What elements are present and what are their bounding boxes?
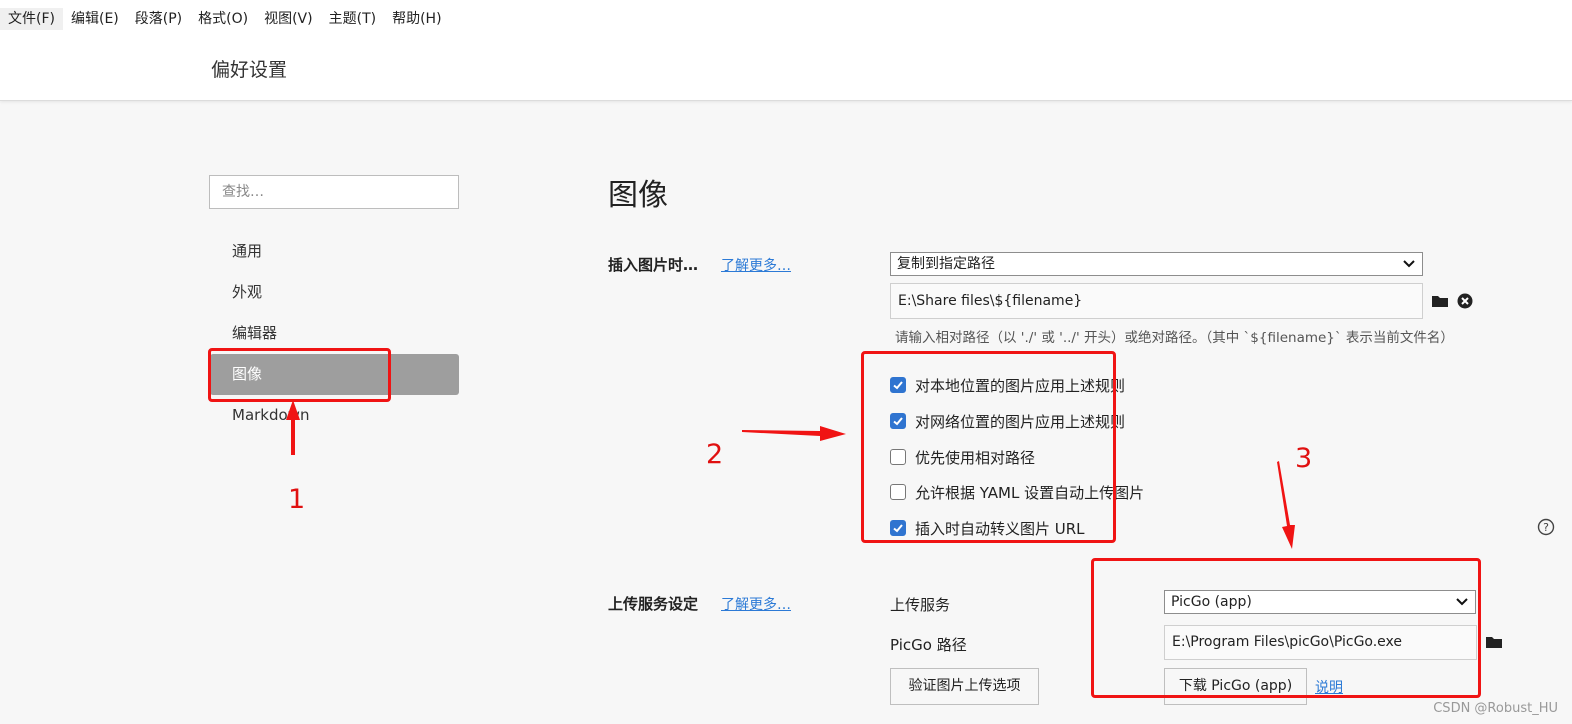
arrow-3 [1277,461,1295,549]
page-title: 偏好设置 [211,59,288,81]
chevron-down-icon [1402,255,1416,273]
service-field-label: 上传服务 [890,596,951,614]
annotation-label-2: 2 [706,439,724,470]
svg-text:?: ? [1543,521,1549,534]
menu-theme[interactable]: 主题(T) [321,8,384,30]
sidebar-nav: 通用 外观 编辑器 图像 Markdown [210,231,459,436]
search-input[interactable] [209,175,459,209]
section-title: 图像 [608,178,668,213]
folder-icon[interactable] [1485,633,1503,651]
menu-format[interactable]: 格式(O) [190,8,256,30]
insert-image-label: 插入图片时… [608,256,699,274]
insert-action-value: 复制到指定路径 [897,256,995,272]
upload-service-label: 上传服务设定 [608,595,699,613]
verify-upload-button[interactable]: 验证图片上传选项 [890,668,1039,705]
menu-help[interactable]: 帮助(H) [384,8,449,30]
insert-learn-more-link[interactable]: 了解更多… [721,255,791,275]
sidebar-item-general[interactable]: 通用 [210,231,459,272]
path-hint: 请输入相对路径（以 './' 或 '../' 开头）或绝对路径。（其中 `${f… [895,330,1454,346]
annotation-box-2 [861,351,1116,543]
clear-icon[interactable] [1456,292,1474,310]
menu-bar: 文件(F) 编辑(E) 段落(P) 格式(O) 视图(V) 主题(T) 帮助(H… [0,8,450,30]
app-header: 文件(F) 编辑(E) 段落(P) 格式(O) 视图(V) 主题(T) 帮助(H… [0,0,1572,101]
upload-learn-more-link[interactable]: 了解更多… [721,594,791,614]
folder-icon[interactable] [1431,292,1449,310]
menu-paragraph[interactable]: 段落(P) [127,8,190,30]
help-icon[interactable]: ? [1537,518,1555,536]
menu-edit[interactable]: 编辑(E) [63,8,127,30]
annotation-label-3: 3 [1295,443,1313,474]
sidebar-item-appearance[interactable]: 外观 [210,272,459,313]
annotation-box-1 [208,348,391,402]
annotation-label-1: 1 [288,484,306,515]
menu-view[interactable]: 视图(V) [256,8,321,30]
insert-action-select[interactable]: 复制到指定路径 [890,252,1423,276]
picgo-path-label: PicGo 路径 [890,636,967,654]
watermark: CSDN @Robust_HU [1433,701,1558,716]
arrow-2 [742,426,846,441]
menu-file[interactable]: 文件(F) [0,8,63,30]
image-path-input[interactable]: E:\Share files\${filename} [890,283,1423,319]
annotation-box-3 [1091,558,1481,698]
